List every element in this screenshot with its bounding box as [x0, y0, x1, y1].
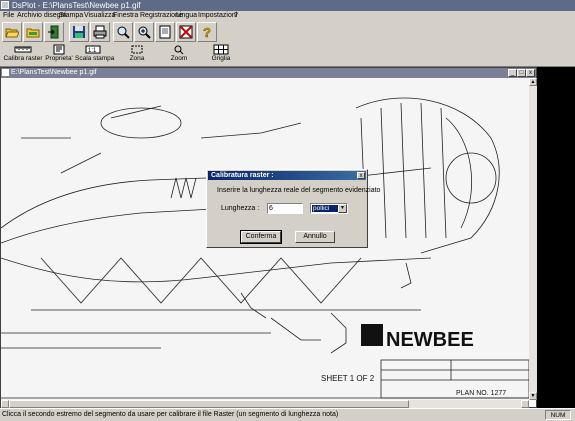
plan-number: PLAN NO. 1277 [456, 390, 506, 397]
document-titlebar: E:\PlansTest\Newbee p1.gif _ □ x [1, 68, 536, 78]
confirm-button[interactable]: Conferma [240, 230, 282, 244]
properties-button[interactable]: Proprieta' [45, 44, 73, 66]
document-icon [2, 69, 9, 76]
zoom-area-icon [138, 26, 151, 39]
tools-toolbar: Calibra raster Proprieta' 1:1 Scala stam… [0, 43, 575, 67]
archive-button[interactable] [23, 22, 43, 42]
menu-view[interactable]: Visualizza [84, 11, 115, 21]
calibrate-raster-label: Calibra raster [3, 55, 43, 62]
svg-text:1:1: 1:1 [88, 48, 97, 54]
app-titlebar: DsPlot - E:\PlansTest\Newbee p1.gif [0, 0, 575, 11]
status-bar: Clicca il secondo estremo del segmento d… [0, 408, 575, 421]
exit-button[interactable] [44, 22, 64, 42]
scroll-right-arrow-icon[interactable] [521, 400, 529, 408]
close-document-button[interactable] [176, 22, 196, 42]
folder-icon [26, 28, 40, 38]
ruler-icon [14, 46, 32, 53]
unit-select[interactable]: pollici ▼ [310, 203, 348, 214]
scroll-left-arrow-icon[interactable] [1, 400, 9, 408]
unit-selected-value: pollici [312, 205, 338, 212]
open-folder-icon [5, 28, 19, 38]
page-button[interactable] [155, 22, 175, 42]
zoom-area-button[interactable] [134, 22, 154, 42]
menu-window[interactable]: Finestra [113, 11, 138, 21]
grid-button[interactable]: Griglia [208, 44, 234, 66]
zone-button[interactable]: Zona [124, 44, 150, 66]
vertical-scrollbar[interactable]: ▲ ▼ [529, 78, 537, 400]
save-button[interactable] [69, 22, 89, 42]
menu-file[interactable]: File [3, 11, 14, 21]
close-x-icon [179, 25, 193, 39]
length-label: Lunghezza : [221, 205, 260, 212]
help-icon: ? [203, 25, 212, 39]
zoom-button[interactable] [113, 22, 133, 42]
maximize-icon[interactable]: □ [517, 69, 526, 77]
zoom-tool-button[interactable]: Zoom [166, 44, 192, 66]
zone-label: Zona [129, 55, 145, 62]
right-panel [537, 67, 575, 408]
printer-icon [93, 25, 107, 39]
dialog-close-icon[interactable]: x [357, 172, 365, 179]
open-button[interactable] [2, 22, 22, 42]
zoom-magnifier-icon [117, 26, 130, 39]
minimize-icon[interactable]: _ [508, 69, 517, 77]
print-scale-label: Scala stampa [75, 55, 115, 62]
menu-bar: File Archivio disegni Stampa Visualizza … [0, 11, 575, 21]
plan-logo: NEWBEE [386, 329, 474, 351]
chevron-down-icon[interactable]: ▼ [338, 204, 347, 213]
grid-label: Griglia [211, 55, 231, 62]
menu-print[interactable]: Stampa [59, 11, 83, 21]
zoom-tool-icon [174, 45, 184, 55]
document-title: E:\PlansTest\Newbee p1.gif [11, 69, 97, 76]
close-icon[interactable]: x [526, 69, 535, 77]
properties-icon [53, 44, 65, 55]
cancel-button[interactable]: Annullo [295, 231, 335, 243]
print-button[interactable] [90, 22, 110, 42]
calibrate-raster-button[interactable]: Calibra raster [3, 44, 43, 66]
calibration-dialog: Calibratura raster : x Inserire la lungh… [206, 169, 380, 248]
length-input[interactable] [267, 203, 303, 214]
dialog-titlebar: Calibratura raster : x [208, 171, 366, 180]
status-message: Clicca il secondo estremo del segmento d… [2, 411, 339, 418]
svg-text:?: ? [203, 25, 211, 39]
app-title: DsPlot - E:\PlansTest\Newbee p1.gif [12, 1, 141, 10]
scroll-down-arrow-icon[interactable]: ▼ [529, 392, 537, 400]
zoom-label: Zoom [170, 55, 188, 62]
grid-icon [213, 44, 229, 55]
zone-icon [131, 45, 143, 54]
menu-settings[interactable]: Impostazioni [198, 11, 237, 21]
scroll-up-arrow-icon[interactable]: ▲ [529, 78, 537, 86]
properties-label: Proprieta' [45, 55, 73, 62]
exit-door-icon [48, 25, 59, 39]
page-icon [159, 25, 171, 39]
help-button[interactable]: ? [197, 22, 217, 42]
menu-help[interactable]: ? [234, 11, 238, 21]
app-icon [1, 1, 9, 9]
main-toolbar: ? [0, 21, 575, 43]
save-disk-icon [73, 26, 85, 38]
print-scale-button[interactable]: 1:1 Scala stampa [75, 44, 115, 66]
menu-language[interactable]: Lingua [176, 11, 197, 21]
plan-sheet-label: SHEET 1 OF 2 [321, 374, 375, 383]
num-lock-indicator: NUM [545, 410, 571, 420]
dialog-instruction: Inserire la lunghezza reale del segmento… [217, 187, 381, 194]
dialog-title: Calibratura raster : [211, 172, 274, 179]
scale-icon: 1:1 [85, 45, 101, 54]
horizontal-scrollbar[interactable] [1, 400, 529, 408]
mdi-workspace: E:\PlansTest\Newbee p1.gif _ □ x NEWBEE … [0, 67, 537, 408]
horizontal-scroll-thumb[interactable] [9, 400, 409, 408]
